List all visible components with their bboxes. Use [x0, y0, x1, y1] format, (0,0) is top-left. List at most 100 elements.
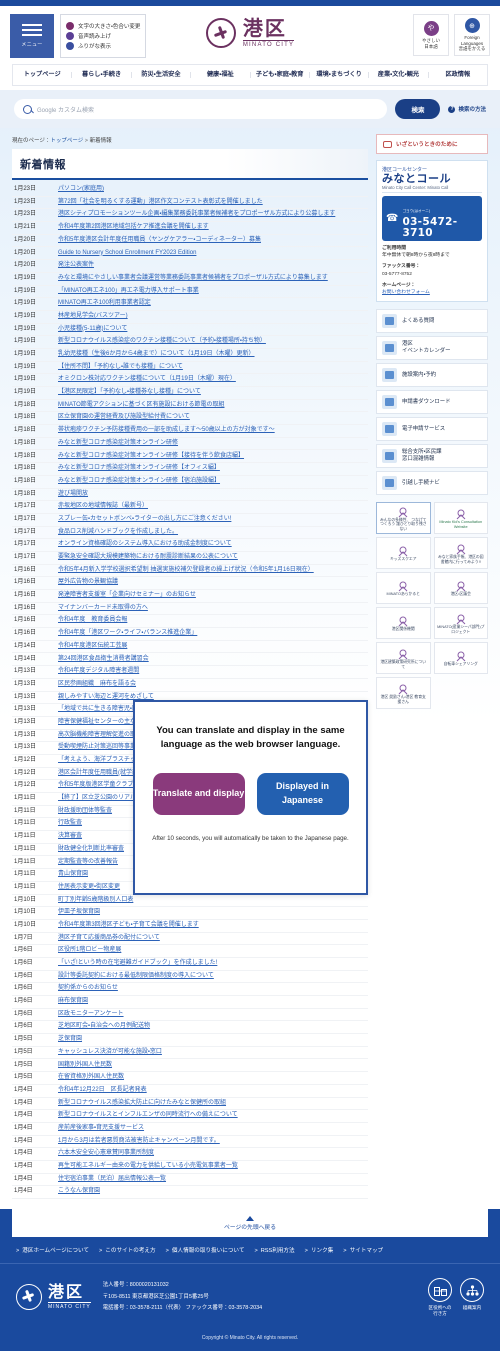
sidebar-banner-5[interactable]: 港区・区議会	[433, 572, 488, 605]
sidebar-menu-item-5[interactable]: 総合支所・区民課 窓口混雑情報	[376, 444, 488, 469]
news-link[interactable]: みなと新型コロナ感染症対策オンライン研修【オフィス編】	[58, 465, 220, 473]
easy-japanese-button[interactable]: や やさしい 日本語	[413, 14, 449, 56]
news-link[interactable]: 赤坂地区の地域情報誌（最新号）	[58, 503, 148, 511]
search-input[interactable]: Google カスタム検索	[14, 99, 388, 119]
news-link[interactable]: 定期監査等の改善報告	[58, 859, 118, 867]
news-link[interactable]: 芝保育園	[58, 1036, 82, 1044]
news-link[interactable]: 令和5年度港区会計年度任用職員（ヤングケアラー・コーディネーター）募集	[58, 237, 261, 245]
sidebar-menu-item-0[interactable]: よくある質問	[376, 309, 488, 334]
sidebar-banner-3[interactable]: みなと家族手帳、港区の図書館内に行ってみよう!!	[433, 537, 488, 570]
news-link[interactable]: 要緊急安全確認大規模建築物における耐震診断結果の公表について	[58, 554, 238, 562]
news-link[interactable]: MINATO再エネ100利用事業者認定	[58, 300, 151, 308]
news-link[interactable]: オミクロン株対応ワクチン接種について（1月19日（木曜）現在）	[58, 376, 236, 384]
news-link[interactable]: 帯状疱疹ワクチン予防接種費用の一部を助成します～50歳以上の方が対象です～	[58, 427, 275, 435]
news-link[interactable]: 新型コロナウイルス感染拡大防止に向けたみなと保健所の取組	[58, 1100, 226, 1108]
sidebar-banner-9[interactable]: 自転車シェアリング	[433, 642, 488, 675]
displayed-in-japanese-button[interactable]: Displayed in Japanese	[256, 772, 349, 815]
footer-link-3[interactable]: > RSS利用方法	[254, 1246, 294, 1254]
news-link[interactable]: MINATO節電アクションに基づく区有施設における節電の取組	[58, 402, 224, 410]
news-link[interactable]: 設計等委託契約における最低制限価格制度の導入について	[58, 973, 214, 981]
news-link[interactable]: 令和4年12月22日 区長記者発表	[58, 1087, 147, 1095]
footer-link-5[interactable]: > サイトマップ	[343, 1246, 383, 1254]
translate-and-display-button[interactable]: Translate and display	[152, 772, 245, 815]
footer-link-2[interactable]: > 個人情報の取り扱いについて	[166, 1246, 245, 1254]
news-link[interactable]: 令和4年度第2回港区地域包括ケア推進会議を開催します	[58, 224, 209, 232]
news-link[interactable]: 港区子育て応援商品券の配付について	[58, 935, 160, 943]
sidebar-menu-item-3[interactable]: 申請書ダウンロード	[376, 390, 488, 415]
news-link[interactable]: 令和4年度 教育委員会報	[58, 617, 127, 625]
news-link[interactable]: マイナンバーカード未取得の方へ	[58, 605, 148, 613]
news-link[interactable]: キャッシュレス決済が可能な施設・窓口	[58, 1049, 162, 1057]
news-link[interactable]: Guide to Nursery School Enrollment FY202…	[58, 250, 196, 258]
footer-link-4[interactable]: > リンク集	[305, 1246, 334, 1254]
news-link[interactable]: 令和4年度第3回港区子ども・子育て会議を開催します	[58, 922, 199, 930]
breadcrumb-home[interactable]: トップページ	[50, 138, 83, 144]
language-translate-modal[interactable]: You can translate and display in the sam…	[133, 700, 368, 895]
news-link[interactable]: 財政健全化判断比率審査	[58, 846, 124, 854]
gnav-item-3[interactable]: 健康・福祉	[191, 71, 251, 79]
sidebar-banner-10[interactable]: 港区 奨励さん・港区 教育支援さん	[376, 677, 431, 710]
call-center-phone[interactable]: ☎ ゴヨウ(はオーニ) 03-5472-3710	[382, 196, 482, 242]
news-link[interactable]: みなと環境にやさしい事業者会議運営等業務委託事業者候補者をプロポーザル方式により…	[58, 275, 328, 283]
news-link[interactable]: こうなん保育園	[58, 1188, 100, 1196]
news-link[interactable]: 区立保育園の運営経費及び施設型給付費について	[58, 414, 190, 422]
footer-link-0[interactable]: > 港区ホームページについて	[16, 1246, 89, 1254]
sidebar-banner-7[interactable]: MINATO(産業シーパ部門)プロジェクト	[433, 607, 488, 640]
gnav-item-2[interactable]: 防災・生活安全	[132, 71, 192, 79]
sidebar-banner-1[interactable]: Minato Kid's Consultation Website	[433, 502, 488, 535]
accessibility-item-contrast[interactable]: 文字の大きさ・色合い変更	[66, 22, 140, 30]
news-link[interactable]: 再生可能エネルギー由来の電力を供給している小売電気事業者一覧	[58, 1163, 238, 1171]
news-link[interactable]: 発注公表案件	[58, 262, 94, 270]
sidebar-menu-item-6[interactable]: 引越し手続ナビ	[376, 471, 488, 496]
news-link[interactable]: 【港区民限定】「予約なし・接種券なし接種」について	[58, 389, 201, 397]
footer-directions-link[interactable]: 区役所への 行き方	[428, 1278, 452, 1317]
news-link[interactable]: 新型コロナウイルスとインフルエンザの同時流行への備えについて	[58, 1112, 238, 1120]
news-link[interactable]: 区政モニターアンケート	[58, 1011, 124, 1019]
news-link[interactable]: 青山保育園	[58, 871, 88, 879]
news-link[interactable]: 新型コロナウイルス感染症のワクチン接種について（予約・接種場所・持ち物）	[58, 338, 266, 346]
news-link[interactable]: 高次脳機能障害理解促進の取組	[58, 732, 142, 740]
news-link[interactable]: 遊び場開放	[58, 491, 88, 499]
news-link[interactable]: 六本木安全安心憲章賛同事業所制度	[58, 1150, 154, 1158]
gnav-item-7[interactable]: 区政情報	[429, 71, 487, 78]
gnav-item-6[interactable]: 産業・文化・観光	[369, 71, 429, 79]
sidebar-menu-item-1[interactable]: 港区 イベントカレンダー	[376, 336, 488, 361]
foreign-languages-button[interactable]: ⊕ Foreign Languages 言語をかえる	[454, 14, 490, 56]
news-link[interactable]: 発達障害者支援室「企業向けセミナー」のお知らせ	[58, 592, 196, 600]
back-to-top-button[interactable]: ページの先頭へ戻る	[12, 1209, 488, 1237]
accessibility-item-furigana[interactable]: ふりがな表示	[66, 42, 140, 50]
news-link[interactable]: 小児接種(5-11歳)について	[58, 326, 127, 334]
news-link[interactable]: 令和4年度港区伝統工芸展	[58, 643, 127, 651]
emergency-banner[interactable]: いざというときのために	[376, 134, 488, 154]
gnav-item-1[interactable]: 暮らし・手続き	[72, 71, 132, 79]
search-help-link[interactable]: ? 検索の方法	[448, 105, 486, 113]
news-link[interactable]: 町丁別年齢5歳階級別人口表	[58, 897, 133, 905]
sidebar-banner-2[interactable]: キッズスクエア	[376, 537, 431, 570]
sidebar-banner-6[interactable]: 港区関係機関	[376, 607, 431, 640]
news-link[interactable]: 麻布保育園	[58, 998, 88, 1006]
sidebar-banner-8[interactable]: 港区建築政策研究所について	[376, 642, 431, 675]
sidebar-menu-item-4[interactable]: 電子申請サービス	[376, 417, 488, 442]
news-link[interactable]: 受動喫煙防止対策巡回等事業	[58, 744, 136, 752]
news-link[interactable]: スプレー缶・カセットボンベ・ライターの出し方にご注意ください!	[58, 516, 231, 524]
search-button[interactable]: 検索	[395, 99, 441, 119]
news-link[interactable]: 区役所1階ロビー物産展	[58, 947, 121, 955]
news-link[interactable]: 住居表示変更・街区変更	[58, 884, 120, 892]
news-link[interactable]: 令和5年4月新入学学校選択希望制 抽選実施校補欠登録者の繰上げ状況（令和5年1月…	[58, 567, 314, 575]
news-link[interactable]: 伊皿子坂保育園	[58, 909, 100, 917]
menu-button[interactable]: メニュー	[10, 14, 54, 58]
gnav-item-0[interactable]: トップページ	[13, 71, 73, 79]
news-link[interactable]: 芝地区町会・自治会への月例配送物	[58, 1023, 150, 1031]
sidebar-menu-item-2[interactable]: 施設案内・予約	[376, 363, 488, 388]
news-link[interactable]: オンライン資格確認のシステム導入における助成金制度について	[58, 541, 232, 549]
call-center-contact-form-link[interactable]: お問い合わせフォーム	[382, 290, 430, 295]
news-link[interactable]: 食品ロス削減ハンドブックを作成しました。	[58, 529, 178, 537]
news-link[interactable]: 林産地見学会(バスツアー)	[58, 313, 128, 321]
news-link[interactable]: 港区シティプロモーションツール企画・編集業務委託事業者候補者をプロポーザル方式に…	[58, 211, 335, 219]
news-link[interactable]: 「MINATO再エネ100」再エネ電力導入サポート事業	[58, 288, 199, 296]
news-link[interactable]: 令和4年度デジタル障害者週間	[58, 668, 139, 676]
footer-org-chart-link[interactable]: 組織案内	[460, 1278, 484, 1317]
sidebar-banner-4[interactable]: MINATOあらかると	[376, 572, 431, 605]
news-link[interactable]: 財政援助団体等監査	[58, 808, 112, 816]
footer-link-1[interactable]: > このサイトの考え方	[99, 1246, 156, 1254]
